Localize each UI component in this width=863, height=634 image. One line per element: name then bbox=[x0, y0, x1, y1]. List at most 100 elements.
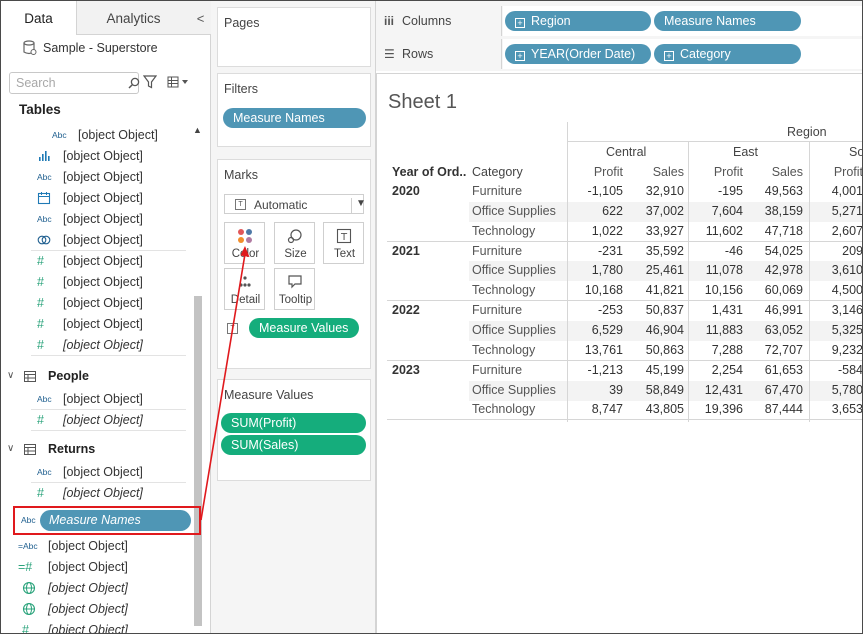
value-cell: 3,610 bbox=[831, 263, 863, 278]
section-label: Returns bbox=[48, 442, 96, 456]
filter-pill-measure-names[interactable]: Measure Names bbox=[223, 108, 366, 128]
region-central: Central bbox=[606, 145, 647, 159]
field-label: [object Object] bbox=[63, 317, 143, 331]
value-cell: 72,707 bbox=[764, 342, 803, 357]
pill-sum-profit[interactable]: SUM(Profit) bbox=[221, 413, 366, 433]
chevron-down-icon[interactable]: ∨ bbox=[7, 370, 14, 381]
field-item[interactable]: # [object Object] bbox=[1, 410, 191, 431]
filters-card[interactable]: Filters Measure Names bbox=[217, 73, 371, 147]
cards-column: Pages Filters Measure Names Marks T Auto… bbox=[211, 1, 376, 633]
table-section-people[interactable]: ∨ People bbox=[1, 366, 191, 388]
measure-header: Profit bbox=[833, 165, 863, 179]
field-item[interactable]: # [object Object] bbox=[1, 314, 191, 335]
field-label: [object Object] bbox=[63, 392, 143, 406]
field-measure-names[interactable]: Measure Names bbox=[40, 510, 191, 531]
marks-pill-measure-values[interactable]: Measure Values bbox=[249, 318, 359, 338]
divider bbox=[31, 430, 186, 431]
datasource-name[interactable]: Sample - Superstore bbox=[43, 41, 158, 55]
filter-icon[interactable] bbox=[143, 75, 157, 89]
category-cell: Office Supplies bbox=[472, 203, 556, 218]
tables-heading: Tables bbox=[19, 102, 61, 117]
value-cell: 9,232 bbox=[831, 342, 863, 357]
columns-drop-area[interactable]: + Region Measure Names bbox=[503, 6, 862, 36]
marks-card: Marks T Automatic ▼ Color Size T Text De… bbox=[217, 159, 371, 369]
value-cell: 46,904 bbox=[645, 322, 684, 337]
value-cell: 60,069 bbox=[764, 283, 803, 298]
grid-line bbox=[387, 359, 862, 361]
value-cell: 13,761 bbox=[584, 342, 623, 357]
field-item[interactable]: # [object Object] bbox=[1, 272, 191, 293]
color-button[interactable]: Color bbox=[224, 222, 265, 264]
pages-card[interactable]: Pages bbox=[217, 7, 371, 67]
tab-data[interactable]: Data bbox=[1, 1, 77, 35]
field-item[interactable]: Abc [object Object] bbox=[1, 462, 191, 483]
rows-drop-area[interactable]: + YEAR(Order Date) + Category bbox=[503, 39, 862, 69]
field-item[interactable]: [object Object] bbox=[1, 188, 191, 209]
scroll-up-arrow-icon[interactable]: ▲ bbox=[193, 125, 202, 135]
value-cell: 19,396 bbox=[704, 402, 743, 417]
field-item[interactable]: [object Object] bbox=[1, 230, 191, 251]
region-south: So bbox=[849, 145, 863, 159]
table-section-returns[interactable]: ∨ Returns bbox=[1, 439, 191, 461]
datasource-icon bbox=[23, 40, 37, 55]
value-cell: 2,607 bbox=[831, 223, 863, 238]
rows-pill-year[interactable]: + YEAR(Order Date) bbox=[505, 44, 651, 64]
field-item[interactable]: # [object Object] bbox=[1, 293, 191, 314]
text-button[interactable]: T Text bbox=[323, 222, 364, 264]
scrollbar-thumb[interactable] bbox=[194, 296, 202, 626]
columns-pill-region[interactable]: + Region bbox=[505, 11, 651, 31]
field-item[interactable]: # [object Object] bbox=[1, 335, 191, 356]
field-item[interactable]: # [object Object] bbox=[1, 620, 191, 633]
color-icon bbox=[238, 229, 252, 243]
field-item[interactable]: Abc [object Object] bbox=[1, 125, 191, 146]
value-cell: 1,431 bbox=[711, 303, 743, 318]
view-options-icon[interactable] bbox=[167, 75, 189, 89]
value-cell: 38,159 bbox=[764, 203, 803, 218]
rows-pill-category[interactable]: + Category bbox=[654, 44, 801, 64]
tooltip-button[interactable]: Tooltip bbox=[274, 268, 315, 310]
field-label: [object Object] bbox=[63, 275, 143, 289]
field-item[interactable]: =# [object Object] bbox=[1, 557, 191, 578]
crosstab: Region Central East So Year of Ord.. Category… bbox=[377, 74, 863, 633]
collapse-pane-button[interactable]: < bbox=[190, 1, 211, 35]
size-button[interactable]: Size bbox=[274, 222, 315, 264]
field-item[interactable]: [object Object] bbox=[1, 146, 191, 167]
value-cell: 6,529 bbox=[591, 322, 623, 337]
value-cell: 622 bbox=[602, 203, 623, 218]
calculated-number-icon: =# bbox=[18, 560, 33, 574]
columns-icon: iii bbox=[384, 14, 395, 28]
field-item[interactable]: Abc [object Object] bbox=[1, 389, 191, 410]
columns-pill-measure-names[interactable]: Measure Names bbox=[654, 11, 801, 31]
pill-sum-sales[interactable]: SUM(Sales) bbox=[221, 435, 366, 455]
size-icon bbox=[287, 229, 302, 244]
search-icon[interactable] bbox=[128, 77, 140, 89]
field-label: [object Object] bbox=[63, 170, 143, 184]
field-label: [object Object] bbox=[63, 191, 143, 205]
field-item[interactable]: # [object Object] bbox=[1, 251, 191, 272]
number-field-icon: # bbox=[37, 413, 44, 427]
field-item[interactable]: [object Object] bbox=[1, 599, 191, 620]
field-item[interactable]: =Abc [object Object] bbox=[1, 536, 191, 557]
search-input[interactable] bbox=[16, 75, 116, 91]
pill-label: Region bbox=[531, 14, 571, 28]
chevron-down-icon[interactable]: ∨ bbox=[7, 443, 14, 454]
field-item[interactable]: Abc [object Object] bbox=[1, 209, 191, 230]
tab-analytics[interactable]: Analytics bbox=[77, 1, 190, 35]
value-cell: 50,837 bbox=[645, 303, 684, 318]
field-item[interactable]: [object Object] bbox=[1, 578, 191, 599]
measure-values-card: Measure Values SUM(Profit) SUM(Sales) bbox=[217, 379, 371, 481]
row-header-year: Year of Ord.. bbox=[392, 165, 467, 179]
detail-button[interactable]: Detail bbox=[224, 268, 265, 310]
mark-type-dropdown[interactable]: T Automatic ▼ bbox=[224, 194, 366, 214]
field-label: [object Object] bbox=[63, 465, 143, 479]
value-cell: 5,780 bbox=[831, 382, 863, 397]
rows-icon: ☰ bbox=[384, 47, 395, 61]
value-cell: 45,199 bbox=[645, 362, 684, 377]
value-cell: 11,602 bbox=[705, 223, 743, 238]
value-cell: 49,563 bbox=[764, 184, 803, 198]
field-item[interactable]: # [object Object] bbox=[1, 483, 191, 504]
value-cell: 41,821 bbox=[645, 283, 684, 298]
value-cell: 61,653 bbox=[764, 362, 803, 377]
set-icon bbox=[37, 233, 51, 247]
field-item[interactable]: Abc [object Object] bbox=[1, 167, 191, 188]
